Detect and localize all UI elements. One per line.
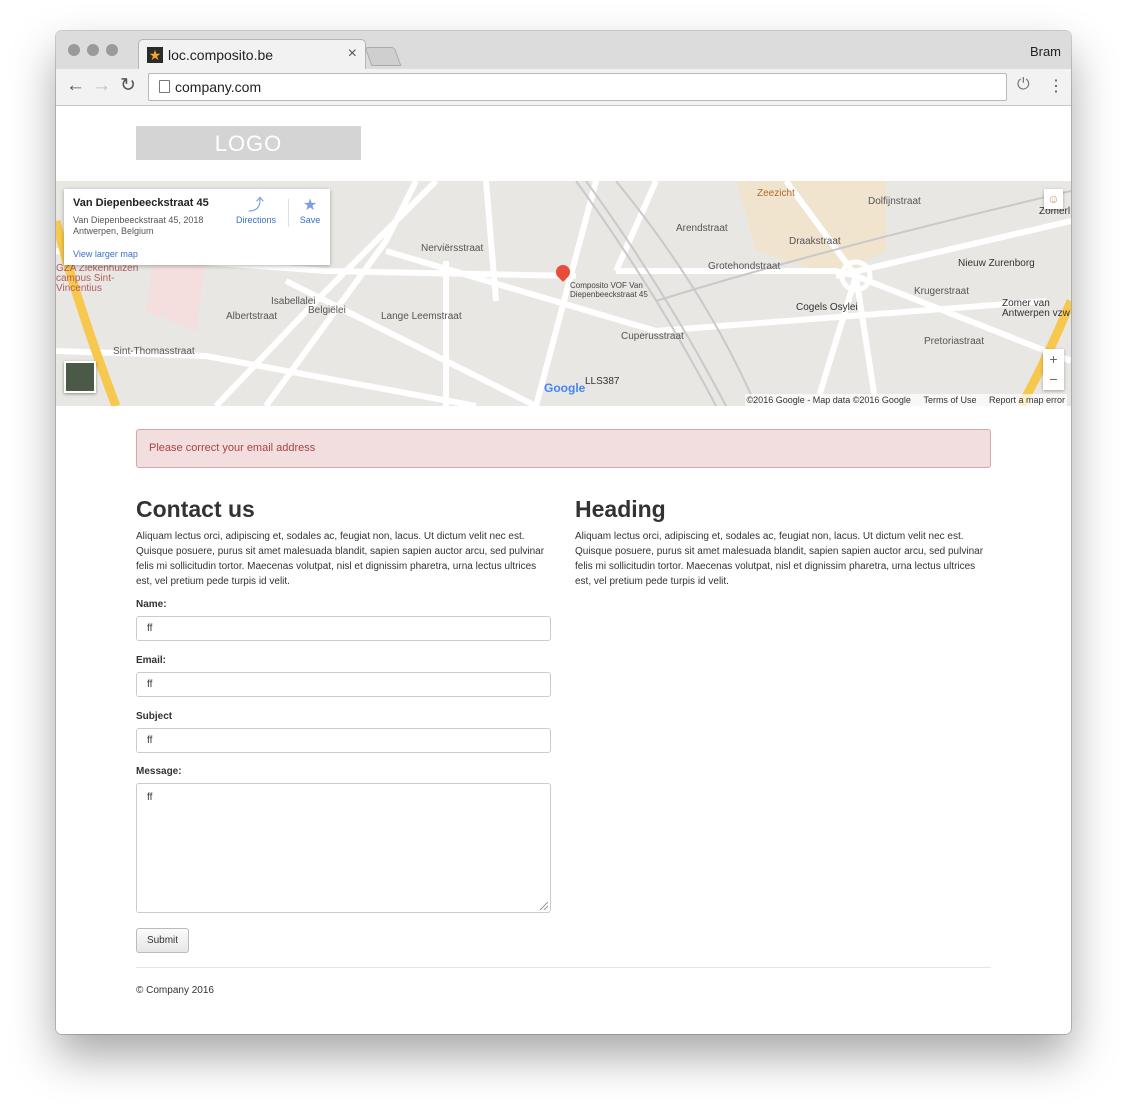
save-button[interactable]: ★ Save [295,197,325,225]
close-window-button[interactable] [68,44,80,56]
map-label: Krugerstraat [914,286,970,297]
resize-handle-icon[interactable] [540,902,548,910]
directions-icon: ⤴ [247,197,264,214]
back-arrow-icon[interactable]: ← [66,76,85,96]
zoom-in-button[interactable]: + [1043,349,1064,369]
map-label: Grotehondstraat [708,261,781,272]
map-label-zeezicht: Zeezicht [757,188,795,199]
map-label: GZA Ziekenhuizen campus Sint-Vincentius [56,263,139,294]
map-label: LLS387 [585,376,620,387]
menu-dots-icon[interactable]: ⋮ [1048,76,1064,96]
map-label: Zomer van Antwerpen vzw [1002,298,1070,319]
place-address: Van Diepenbeeckstraat 45, 2018 Antwerpen… [73,215,204,236]
map-label: Sint-Thomasstraat [113,346,195,357]
contact-heading: Contact us [136,496,255,522]
page-icon [159,80,170,93]
divider [288,199,289,227]
map-label: Nieuw Zurenborg [958,258,1035,269]
map-copyright: ©2016 Google - Map data ©2016 Google [746,395,911,405]
url-text: company.com [175,79,262,95]
map-label: Albertstraat [226,311,278,322]
map-label: Arendstraat [676,223,728,234]
email-label: Email: [136,655,167,666]
zoom-out-button[interactable]: − [1043,369,1064,389]
browser-toolbar: ← → ↻ company.com ⏻ ⋮ [56,69,1071,106]
google-logo: Google [544,381,586,395]
footer-divider [136,967,991,968]
map-label: Nerviërsstraat [421,243,484,254]
browser-tab[interactable]: ★ loc.composito.be × [138,39,366,70]
directions-button[interactable]: ⤴ Directions [234,197,278,225]
alert-message: Please correct your email address [149,442,316,454]
map-label: Cuperusstraat [621,331,684,342]
subject-value: ff [147,735,153,746]
name-input[interactable]: ff [136,616,551,641]
embedded-map[interactable]: Zeezicht Arendstraat Grotehondstraat Dra… [56,181,1071,406]
email-value: ff [147,679,153,690]
directions-label: Directions [235,215,276,225]
power-icon[interactable]: ⏻ [1017,76,1030,94]
minimize-window-button[interactable] [87,44,99,56]
web-page: LOGO Zeezicht Arendstraat Grotehondstraa… [56,106,1071,1034]
contact-description: Aliquam lectus orci, adipiscing et, soda… [136,531,545,587]
name-value: ff [147,623,153,634]
zoom-control: + − [1043,349,1064,390]
side-description: Aliquam lectus orci, adipiscing et, soda… [575,531,984,587]
map-label: Draakstraat [789,236,841,247]
subject-label: Subject [136,711,173,722]
zoom-window-button[interactable] [106,44,118,56]
reload-icon[interactable]: ↻ [120,76,136,96]
message-value: ff [147,792,153,803]
contact-column: Contact us Aliquam lectus orci, adipisci… [136,494,551,589]
satellite-view-toggle[interactable] [64,361,96,393]
map-label: Cogels Osylei [796,302,858,313]
street-view-pegman-icon[interactable]: ☺ [1044,189,1063,209]
favicon-icon: ★ [147,47,163,63]
tab-close-icon[interactable]: × [348,45,357,63]
browser-window: ★ loc.composito.be × Bram ← → ↻ company.… [56,31,1071,1034]
map-marker-label: Composito VOF Van Diepenbeeckstraat 45 [570,281,648,299]
email-input[interactable]: ff [136,672,551,697]
site-logo[interactable]: LOGO [136,126,361,160]
message-textarea[interactable]: ff [136,783,551,913]
tab-strip: ★ loc.composito.be × Bram [56,31,1071,70]
name-label: Name: [136,599,167,610]
tab-title: loc.composito.be [168,47,274,63]
map-label: Pretoriastraat [924,336,985,347]
terms-link[interactable]: Terms of Use [923,395,976,405]
side-heading: Heading [575,496,666,522]
place-title: Van Diepenbeeckstraat 45 [73,197,209,209]
report-error-link[interactable]: Report a map error [989,395,1065,405]
new-tab-button[interactable] [364,47,402,66]
map-info-card: Van Diepenbeeckstraat 45 Van Diepenbeeck… [64,189,330,265]
map-attribution: ©2016 Google - Map data ©2016 Google Ter… [744,394,1067,406]
map-label: Dolfijnstraat [868,196,921,207]
side-column: Heading Aliquam lectus orci, adipiscing … [575,494,990,589]
map-label: Lange Leemstraat [381,311,462,322]
error-alert: Please correct your email address [136,429,991,468]
address-bar[interactable]: company.com [148,73,1007,101]
star-icon: ★ [302,197,318,214]
save-label: Save [299,215,321,225]
subject-input[interactable]: ff [136,728,551,753]
view-larger-map-link[interactable]: View larger map [73,249,138,259]
footer-copyright: © Company 2016 [136,985,214,996]
forward-arrow-icon[interactable]: → [92,76,111,96]
map-label: Belgiëlei [308,305,346,316]
submit-button[interactable]: Submit [136,928,189,953]
profile-name[interactable]: Bram [1030,44,1061,59]
message-label: Message: [136,766,182,777]
